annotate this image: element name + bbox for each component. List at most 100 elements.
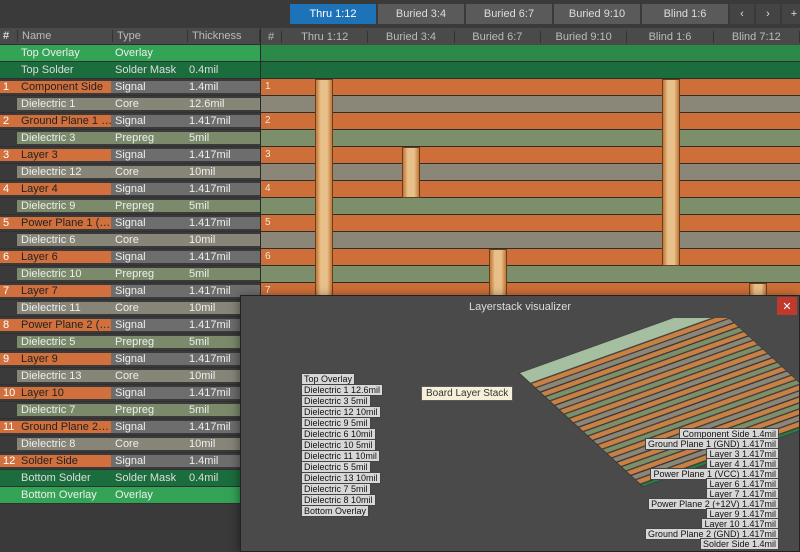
layer-name[interactable]: Layer 10 bbox=[17, 387, 111, 399]
via-add-button[interactable]: + bbox=[782, 4, 800, 24]
layer-row[interactable]: 9Layer 9Signal1.417mil bbox=[0, 351, 260, 368]
layer-row[interactable]: Dielectric 13Core10mil bbox=[0, 368, 260, 385]
layer-name[interactable]: Dielectric 3 bbox=[17, 132, 111, 144]
layer-row[interactable]: 10Layer 10Signal1.417mil bbox=[0, 385, 260, 402]
cross-header-col[interactable]: Blind 1:6 bbox=[627, 31, 713, 43]
layer-thickness[interactable]: 5mil bbox=[185, 268, 260, 280]
layer-thickness[interactable]: 1.417mil bbox=[185, 183, 260, 195]
via-tab-blind-16[interactable]: Blind 1:6 bbox=[642, 4, 728, 24]
layer-row[interactable]: 3Layer 3Signal1.417mil bbox=[0, 147, 260, 164]
cross-header-col[interactable]: Thru 1:12 bbox=[282, 31, 368, 43]
layer-name[interactable]: Component Side bbox=[17, 81, 111, 93]
layer-type[interactable]: Prepreg bbox=[111, 336, 185, 348]
layer-type[interactable]: Core bbox=[111, 234, 185, 246]
layer-type[interactable]: Signal bbox=[111, 455, 185, 467]
via-tab-thru[interactable]: Thru 1:12 bbox=[290, 4, 376, 24]
layer-type[interactable]: Core bbox=[111, 166, 185, 178]
layer-type[interactable]: Prepreg bbox=[111, 132, 185, 144]
via-nav-next[interactable]: › bbox=[756, 4, 780, 24]
layer-row[interactable]: Dielectric 9Prepreg5mil bbox=[0, 198, 260, 215]
layer-thickness[interactable]: 1.417mil bbox=[185, 115, 260, 127]
layer-name[interactable]: Top Solder bbox=[17, 64, 111, 76]
layer-row[interactable]: Dielectric 8Core10mil bbox=[0, 436, 260, 453]
layer-name[interactable]: Top Overlay bbox=[17, 47, 111, 59]
layer-type[interactable]: Overlay bbox=[111, 47, 185, 59]
layer-name[interactable]: Dielectric 7 bbox=[17, 404, 111, 416]
layer-row[interactable]: Dielectric 3Prepreg5mil bbox=[0, 130, 260, 147]
layer-row[interactable]: 12Solder SideSignal1.4mil bbox=[0, 453, 260, 470]
layer-thickness[interactable]: 1.417mil bbox=[185, 251, 260, 263]
layer-type[interactable]: Signal bbox=[111, 251, 185, 263]
layer-type[interactable]: Prepreg bbox=[111, 404, 185, 416]
layer-thickness[interactable]: 5mil bbox=[185, 132, 260, 144]
visualizer-canvas[interactable]: Board Layer Stack Top OverlayDielectric … bbox=[241, 318, 799, 551]
layer-row[interactable]: Dielectric 5Prepreg5mil bbox=[0, 334, 260, 351]
layer-name[interactable]: Solder Side bbox=[17, 455, 111, 467]
layer-name[interactable]: Layer 9 bbox=[17, 353, 111, 365]
layer-type[interactable]: Signal bbox=[111, 183, 185, 195]
layer-type[interactable]: Signal bbox=[111, 319, 185, 331]
layer-row[interactable]: Dielectric 6Core10mil bbox=[0, 232, 260, 249]
layer-name[interactable]: Power Plane 2 (… bbox=[17, 319, 111, 331]
layer-name[interactable]: Layer 6 bbox=[17, 251, 111, 263]
layer-name[interactable]: Dielectric 9 bbox=[17, 200, 111, 212]
layer-row[interactable]: Dielectric 12Core10mil bbox=[0, 164, 260, 181]
layer-row[interactable]: Dielectric 11Core10mil bbox=[0, 300, 260, 317]
header-type[interactable]: Type bbox=[113, 30, 188, 42]
layer-row[interactable]: 2Ground Plane 1 …Signal1.417mil bbox=[0, 113, 260, 130]
via-nav-prev[interactable]: ‹ bbox=[730, 4, 754, 24]
layer-thickness[interactable]: 1.4mil bbox=[185, 81, 260, 93]
layer-name[interactable]: Dielectric 10 bbox=[17, 268, 111, 280]
layer-type[interactable]: Signal bbox=[111, 115, 185, 127]
layer-type[interactable]: Signal bbox=[111, 149, 185, 161]
layer-name[interactable]: Power Plane 1 (… bbox=[17, 217, 111, 229]
layer-row[interactable]: Dielectric 7Prepreg5mil bbox=[0, 402, 260, 419]
layer-name[interactable]: Bottom Overlay bbox=[17, 489, 111, 501]
header-thickness[interactable]: Thickness bbox=[188, 30, 260, 42]
header-name[interactable]: Name bbox=[18, 30, 113, 42]
via-tab-buried-34[interactable]: Buried 3:4 bbox=[378, 4, 464, 24]
layer-type[interactable]: Signal bbox=[111, 387, 185, 399]
cross-header-col[interactable]: Buried 6:7 bbox=[455, 31, 541, 43]
layer-type[interactable]: Overlay bbox=[111, 489, 185, 501]
layer-type[interactable]: Signal bbox=[111, 81, 185, 93]
layer-name[interactable]: Dielectric 5 bbox=[17, 336, 111, 348]
layer-name[interactable]: Layer 4 bbox=[17, 183, 111, 195]
layer-type[interactable]: Signal bbox=[111, 421, 185, 433]
layer-thickness[interactable]: 10mil bbox=[185, 166, 260, 178]
layer-name[interactable]: Dielectric 12 bbox=[17, 166, 111, 178]
layer-row[interactable]: Dielectric 1Core12.6mil bbox=[0, 96, 260, 113]
layer-thickness[interactable]: 5mil bbox=[185, 200, 260, 212]
layer-name[interactable]: Dielectric 11 bbox=[17, 302, 111, 314]
layerstack-visualizer-window[interactable]: Layerstack visualizer ✕ Board Layer Stac… bbox=[240, 295, 800, 552]
cross-header-col[interactable]: Buried 3:4 bbox=[368, 31, 454, 43]
layer-row[interactable]: 6Layer 6Signal1.417mil bbox=[0, 249, 260, 266]
layer-name[interactable]: Dielectric 1 bbox=[17, 98, 111, 110]
layer-name[interactable]: Dielectric 13 bbox=[17, 370, 111, 382]
layer-row[interactable]: 4Layer 4Signal1.417mil bbox=[0, 181, 260, 198]
layer-type[interactable]: Prepreg bbox=[111, 268, 185, 280]
layer-row[interactable]: Top SolderSolder Mask0.4mil bbox=[0, 62, 260, 79]
layer-type[interactable]: Prepreg bbox=[111, 200, 185, 212]
layer-type[interactable]: Solder Mask bbox=[111, 472, 185, 484]
layer-type[interactable]: Core bbox=[111, 370, 185, 382]
layer-name[interactable]: Dielectric 8 bbox=[17, 438, 111, 450]
layer-type[interactable]: Core bbox=[111, 302, 185, 314]
layer-type[interactable]: Signal bbox=[111, 285, 185, 297]
layer-row[interactable]: Bottom OverlayOverlay bbox=[0, 487, 260, 504]
layer-thickness[interactable]: 12.6mil bbox=[185, 98, 260, 110]
layer-thickness[interactable]: 10mil bbox=[185, 234, 260, 246]
layer-name[interactable]: Bottom Solder bbox=[17, 472, 111, 484]
layer-row[interactable]: Dielectric 10Prepreg5mil bbox=[0, 266, 260, 283]
layer-name[interactable]: Layer 3 bbox=[17, 149, 111, 161]
layer-type[interactable]: Solder Mask bbox=[111, 64, 185, 76]
layer-row[interactable]: 1Component SideSignal1.4mil bbox=[0, 79, 260, 96]
layer-type[interactable]: Core bbox=[111, 438, 185, 450]
layer-row[interactable]: 7Layer 7Signal1.417mil bbox=[0, 283, 260, 300]
layer-name[interactable]: Dielectric 6 bbox=[17, 234, 111, 246]
layer-thickness[interactable]: 1.417mil bbox=[185, 217, 260, 229]
layer-name[interactable]: Ground Plane 1 … bbox=[17, 115, 111, 127]
cross-header-col[interactable]: Buried 9:10 bbox=[541, 31, 627, 43]
layer-type[interactable]: Signal bbox=[111, 217, 185, 229]
layer-row[interactable]: Bottom SolderSolder Mask0.4mil bbox=[0, 470, 260, 487]
